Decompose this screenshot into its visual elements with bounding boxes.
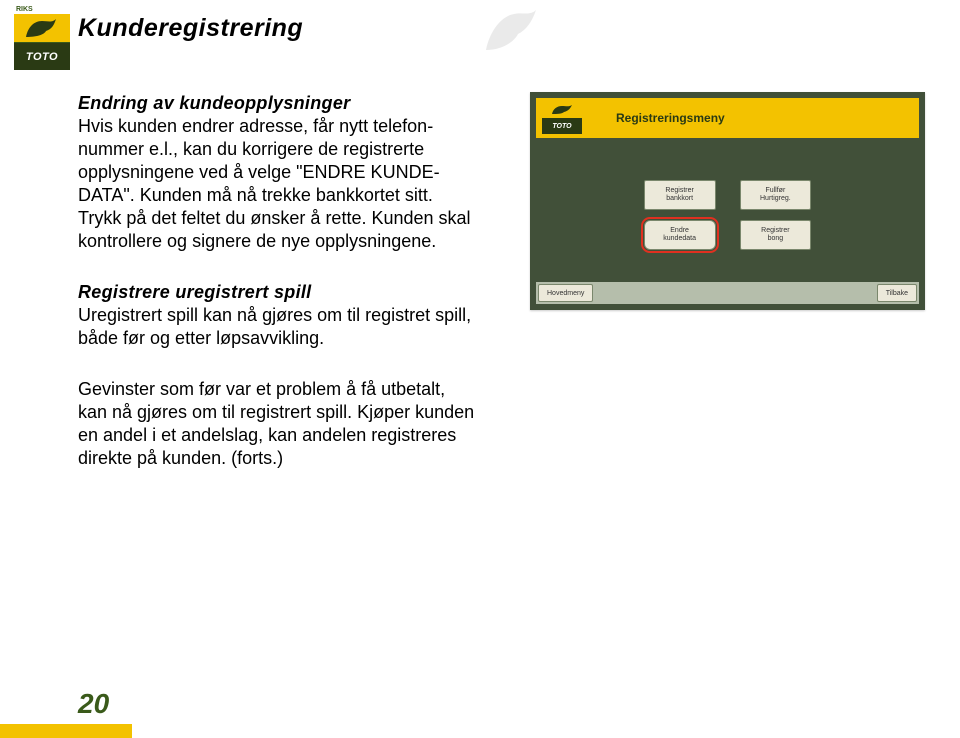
logo-text: TOTO bbox=[14, 43, 70, 70]
hovedmeny-button[interactable]: Hovedmeny bbox=[538, 284, 593, 302]
endre-kundedata-button[interactable]: Endrekundedata bbox=[644, 220, 716, 250]
mini-logo: TOTO bbox=[542, 102, 582, 134]
screenshot-title: Registreringsmeny bbox=[616, 111, 725, 125]
section-2-body-2: Gevinster som før var et problem å få ut… bbox=[78, 379, 474, 468]
main-content: Endring av kundeopplysninger Hvis kunden… bbox=[78, 92, 478, 498]
section-1: Endring av kundeopplysninger Hvis kunden… bbox=[78, 92, 478, 253]
section-2-continued: Gevinster som før var et problem å få ut… bbox=[78, 378, 478, 470]
section-1-body: Hvis kunden endrer adresse, får nytt tel… bbox=[78, 116, 471, 251]
registrer-bankkort-button[interactable]: Registrerbankkort bbox=[644, 180, 716, 210]
fullfor-hurtigreg-button[interactable]: FullførHurtigreg. bbox=[740, 180, 812, 210]
logo-horse-icon: RIKS bbox=[14, 14, 70, 43]
section-2-heading: Registrere uregistrert spill bbox=[78, 282, 311, 302]
page-number: 20 bbox=[78, 688, 109, 720]
screenshot-bottom-bar: Hovedmeny Tilbake bbox=[536, 282, 919, 304]
section-2: Registrere uregistrert spill Uregistrert… bbox=[78, 281, 478, 350]
screenshot-topbar: TOTO Registreringsmeny bbox=[536, 98, 919, 138]
section-1-heading: Endring av kundeopplysninger bbox=[78, 93, 350, 113]
footer-tab bbox=[0, 724, 132, 738]
registrer-bong-button[interactable]: Registrerbong bbox=[740, 220, 812, 250]
horse-silhouette-icon bbox=[24, 17, 60, 39]
rikstoto-logo: RIKS TOTO bbox=[14, 14, 70, 70]
section-2-body-1: Uregistrert spill kan nå gjøres om til r… bbox=[78, 305, 471, 348]
screenshot-panel: TOTO Registreringsmeny Registrerbankkort… bbox=[530, 92, 925, 310]
page-title: Kunderegistrering bbox=[78, 14, 303, 43]
screenshot-menu-grid: Registrerbankkort FullførHurtigreg. Endr… bbox=[548, 180, 907, 250]
mini-horse-icon bbox=[551, 105, 573, 115]
tilbake-button[interactable]: Tilbake bbox=[877, 284, 917, 302]
watermark-horse-icon bbox=[480, 6, 540, 56]
